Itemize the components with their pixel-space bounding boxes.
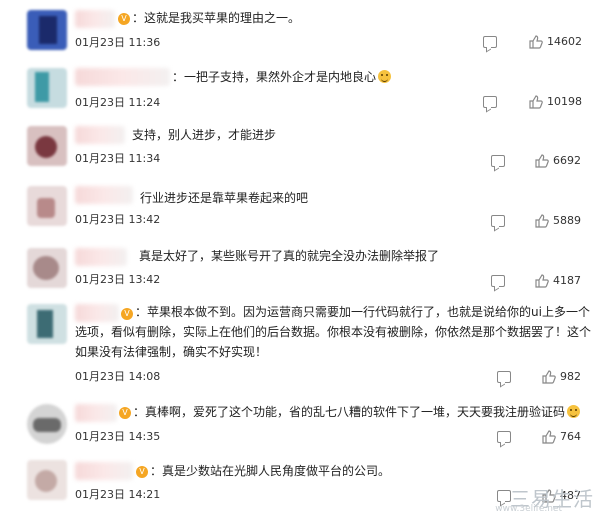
comment-text: ：真是少数站在光脚人民角度做平台的公司。 xyxy=(150,464,391,478)
comment-time: 01月23日 11:24 xyxy=(75,96,161,109)
comment-text: ：苹果根本做不到。因为运营商只需要加一行代码就行了，也就是说给你的ui上多一个选… xyxy=(75,305,592,359)
reply-icon[interactable] xyxy=(491,215,505,227)
avatar[interactable] xyxy=(27,460,67,500)
comment-time: 01月23日 14:35 xyxy=(75,430,161,443)
comment-item: 支持，别人进步，才能进步 01月23日 11:34 6692 xyxy=(0,120,600,176)
reply-icon[interactable] xyxy=(497,431,511,443)
username-blurred[interactable] xyxy=(75,462,133,480)
like-button[interactable]: 6692 xyxy=(535,154,595,170)
like-count: 6692 xyxy=(553,154,581,167)
like-button[interactable]: 4187 xyxy=(535,274,595,290)
avatar[interactable] xyxy=(27,304,67,344)
avatar[interactable] xyxy=(27,186,67,226)
thumbs-up-icon xyxy=(535,154,549,168)
username-blurred[interactable] xyxy=(75,10,115,28)
comment-item: 真是太好了，某些账号开了真的就完全没办法删除举报了 01月23日 13:42 4… xyxy=(0,242,600,294)
reply-icon[interactable] xyxy=(491,155,505,167)
reply-icon[interactable] xyxy=(483,96,497,108)
thumbs-up-icon xyxy=(529,95,543,109)
vip-badge-icon: V xyxy=(118,13,130,25)
like-button[interactable]: 10198 xyxy=(529,95,589,111)
like-count: 764 xyxy=(560,430,581,443)
comment-time: 01月23日 14:08 xyxy=(75,370,161,383)
thumbs-up-icon xyxy=(535,274,549,288)
avatar[interactable] xyxy=(27,68,67,108)
comment-text: ：真棒啊，爱死了这个功能，省的乱七八糟的软件下了一堆，天天要我注册验证码 xyxy=(133,402,581,422)
avatar[interactable] xyxy=(27,248,67,288)
comment-text: 真是太好了，某些账号开了真的就完全没办法删除举报了 xyxy=(139,249,440,263)
username-blurred[interactable] xyxy=(75,404,117,422)
comment-time: 01月23日 11:34 xyxy=(75,152,161,165)
watermark-url: www.3elife.net xyxy=(495,504,562,514)
comment-time: 01月23日 11:36 xyxy=(75,36,161,49)
like-button[interactable]: 982 xyxy=(542,370,597,386)
laughing-emoji-icon xyxy=(567,405,581,418)
reply-icon[interactable] xyxy=(497,371,511,383)
username-blurred[interactable] xyxy=(75,68,170,86)
vip-badge-icon: V xyxy=(136,466,148,478)
like-count: 5889 xyxy=(553,214,581,227)
like-button[interactable]: 764 xyxy=(542,430,597,446)
thumbs-up-icon xyxy=(542,370,556,384)
comment-text: 支持，别人进步，才能进步 xyxy=(132,128,277,142)
comment-item: ：一把子支持，果然外企才是内地良心 01月23日 11:24 10198 xyxy=(0,62,600,118)
like-button[interactable]: 14602 xyxy=(529,35,589,51)
comment-item: 行业进步还是靠苹果卷起来的吧 01月23日 13:42 5889 xyxy=(0,180,600,238)
comment-item: V ：真棒啊，爱死了这个功能，省的乱七八糟的软件下了一堆，天天要我注册验证码 0… xyxy=(0,398,600,452)
username-blurred[interactable] xyxy=(75,186,133,204)
thumbs-up-icon xyxy=(542,430,556,444)
like-count: 4187 xyxy=(553,274,581,287)
like-count: 982 xyxy=(560,370,581,383)
comment-time: 01月23日 13:42 xyxy=(75,273,161,286)
avatar[interactable] xyxy=(27,10,67,50)
vip-badge-icon: V xyxy=(119,407,131,419)
like-count: 14602 xyxy=(547,35,582,48)
crying-emoji-icon xyxy=(378,70,392,83)
username-blurred[interactable] xyxy=(75,248,127,266)
comment-time: 01月23日 13:42 xyxy=(75,213,161,226)
like-count: 10198 xyxy=(547,95,582,108)
reply-icon[interactable] xyxy=(483,36,497,48)
like-button[interactable]: 5889 xyxy=(535,214,595,230)
comment-text: ：这就是我买苹果的理由之一。 xyxy=(132,11,301,25)
username-blurred[interactable] xyxy=(75,126,125,144)
reply-icon[interactable] xyxy=(497,490,511,502)
thumbs-up-icon xyxy=(529,35,543,49)
comment-time: 01月23日 14:21 xyxy=(75,488,161,501)
comment-text-content: ：一把子支持，果然外企才是内地良心 xyxy=(172,70,377,84)
comment-item: V ：这就是我买苹果的理由之一。 01月23日 11:36 14602 xyxy=(0,0,600,58)
avatar[interactable] xyxy=(27,404,67,444)
avatar[interactable] xyxy=(27,126,67,166)
comment-item: V ：苹果根本做不到。因为运营商只需要加一行代码就行了，也就是说给你的ui上多一… xyxy=(0,298,600,390)
reply-icon[interactable] xyxy=(491,275,505,287)
comment-text: 行业进步还是靠苹果卷起来的吧 xyxy=(140,191,309,205)
thumbs-up-icon xyxy=(535,214,549,228)
comment-text-content: ：真棒啊，爱死了这个功能，省的乱七八糟的软件下了一堆，天天要我注册验证码 xyxy=(133,405,566,419)
comment-text: ：一把子支持，果然外企才是内地良心 xyxy=(172,67,392,87)
